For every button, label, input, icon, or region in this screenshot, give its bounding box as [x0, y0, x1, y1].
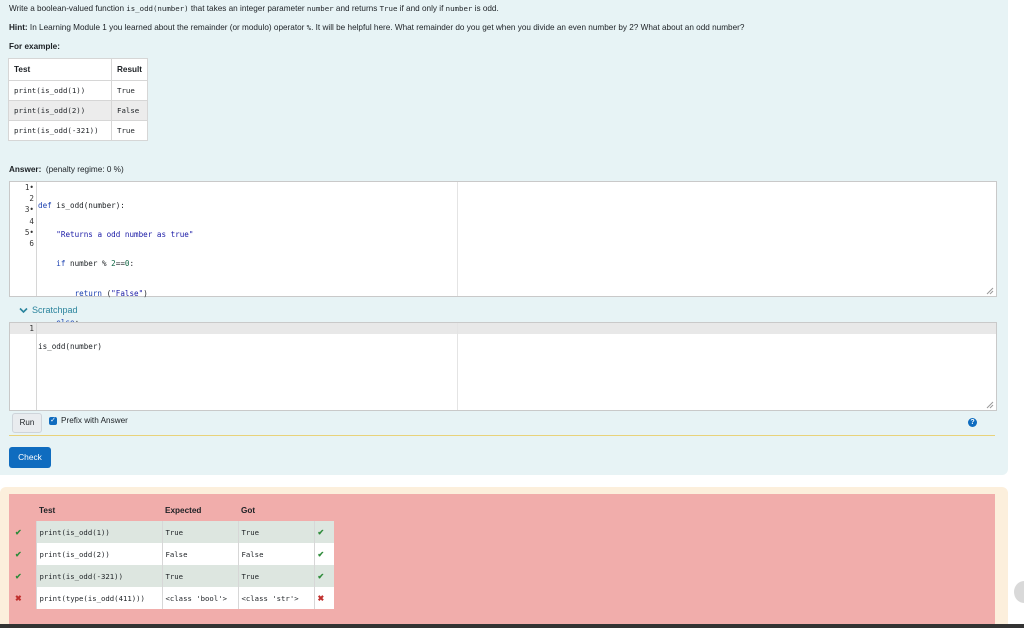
- example-test-cell: print(is_odd(1)): [8, 80, 112, 101]
- result-test-cell: print(type(is_odd(411))): [35, 587, 162, 609]
- result-got-cell: True: [237, 521, 314, 543]
- check-icon: ✔: [15, 550, 22, 559]
- line-number: 2: [29, 194, 34, 204]
- results-table: Test Expected Got ✔ print(is_odd(1)) Tru…: [12, 499, 334, 609]
- example-row: print(is_odd(-321)) True: [8, 120, 149, 141]
- chevron-down-icon: [19, 307, 28, 313]
- example-result-cell: True: [110, 120, 149, 141]
- line-number: 5•: [24, 227, 34, 237]
- check-icon: ✔: [313, 565, 334, 587]
- check-button[interactable]: Check: [9, 447, 51, 468]
- example-label: For example:: [9, 42, 60, 51]
- result-row: ✔ print(is_odd(-321)) True True ✔: [12, 565, 334, 587]
- resize-handle-icon[interactable]: [986, 401, 994, 409]
- answer-label: Answer: (penalty regime: 0 %): [9, 165, 124, 174]
- example-row: print(is_odd(1)) True: [8, 80, 149, 101]
- answer-editor[interactable]: 1• 2 3• 4 5• 6 def is_odd(number): "Retu…: [9, 181, 997, 356]
- result-expected-cell: True: [161, 521, 238, 543]
- scratchpad-code[interactable]: is_odd(number): [38, 323, 102, 370]
- scratchpad-editor[interactable]: 1 is_odd(number): [9, 322, 997, 411]
- example-header-result: Result: [110, 58, 149, 81]
- check-icon: ✔: [15, 572, 22, 581]
- line-number: 4: [29, 216, 34, 226]
- line-number: 1: [29, 324, 34, 333]
- run-button[interactable]: Run: [12, 413, 42, 433]
- example-test-cell: print(is_odd(2)): [8, 100, 112, 121]
- result-got-cell: True: [237, 565, 314, 587]
- example-table: Test Result print(is_odd(1)) True print(…: [8, 58, 149, 141]
- question-text: Write a boolean-valued function is_odd(n…: [9, 4, 499, 13]
- scratchpad-toggle[interactable]: Scratchpad: [19, 305, 78, 315]
- prefix-label: Prefix with Answer: [61, 416, 128, 425]
- result-got-cell: <class 'str'>: [237, 587, 314, 609]
- result-expected-cell: False: [161, 543, 238, 565]
- results-header-expected: Expected: [165, 505, 202, 515]
- help-icon[interactable]: ?: [968, 418, 977, 427]
- result-expected-cell: <class 'bool'>: [161, 587, 238, 609]
- hint-text: Hint: In Learning Module 1 you learned a…: [9, 23, 745, 32]
- example-result-cell: True: [110, 80, 149, 101]
- scratchpad-gutter: 1: [10, 323, 36, 410]
- scroll-handle[interactable]: [1014, 581, 1024, 603]
- result-expected-cell: True: [161, 565, 238, 587]
- result-row: ✔ print(is_odd(2)) False False ✔: [12, 543, 334, 565]
- result-test-cell: print(is_odd(2)): [35, 543, 162, 565]
- code-line: def is_odd(number):: [38, 201, 125, 210]
- line-number: 1•: [24, 183, 34, 192]
- results-header-got: Got: [241, 505, 256, 515]
- divider: [9, 435, 995, 436]
- cross-icon: ✖: [15, 594, 22, 603]
- code-line: return ("False"): [74, 288, 148, 298]
- check-icon: ✔: [15, 528, 22, 537]
- resize-handle-icon[interactable]: [986, 287, 994, 295]
- code-line: if number % 2==0:: [56, 259, 135, 269]
- check-icon: ✔: [313, 543, 334, 565]
- result-test-cell: print(is_odd(1)): [35, 521, 162, 543]
- bottom-bar: [0, 624, 1024, 628]
- example-result-cell: False: [110, 100, 149, 121]
- line-number: 6: [29, 238, 34, 248]
- example-row: print(is_odd(2)) False: [8, 100, 149, 121]
- code-line: "Returns a odd number as true": [56, 230, 194, 240]
- result-row: ✔ print(is_odd(1)) True True ✔: [12, 521, 334, 543]
- code-line: is_odd(number): [38, 342, 103, 351]
- answer-gutter: 1• 2 3• 4 5• 6: [10, 182, 36, 296]
- prefix-checkbox[interactable]: ✓: [49, 417, 57, 425]
- cross-icon: ✖: [313, 587, 334, 609]
- result-got-cell: False: [237, 543, 314, 565]
- line-number: 3•: [24, 205, 34, 215]
- result-row: ✖ print(type(is_odd(411))) <class 'bool'…: [12, 587, 334, 609]
- example-test-cell: print(is_odd(-321)): [8, 120, 112, 141]
- result-test-cell: print(is_odd(-321)): [35, 565, 162, 587]
- scratchpad-label: Scratchpad: [32, 305, 78, 315]
- results-header-test: Test: [39, 505, 56, 515]
- example-header-test: Test: [8, 58, 112, 81]
- check-icon: ✔: [313, 521, 334, 543]
